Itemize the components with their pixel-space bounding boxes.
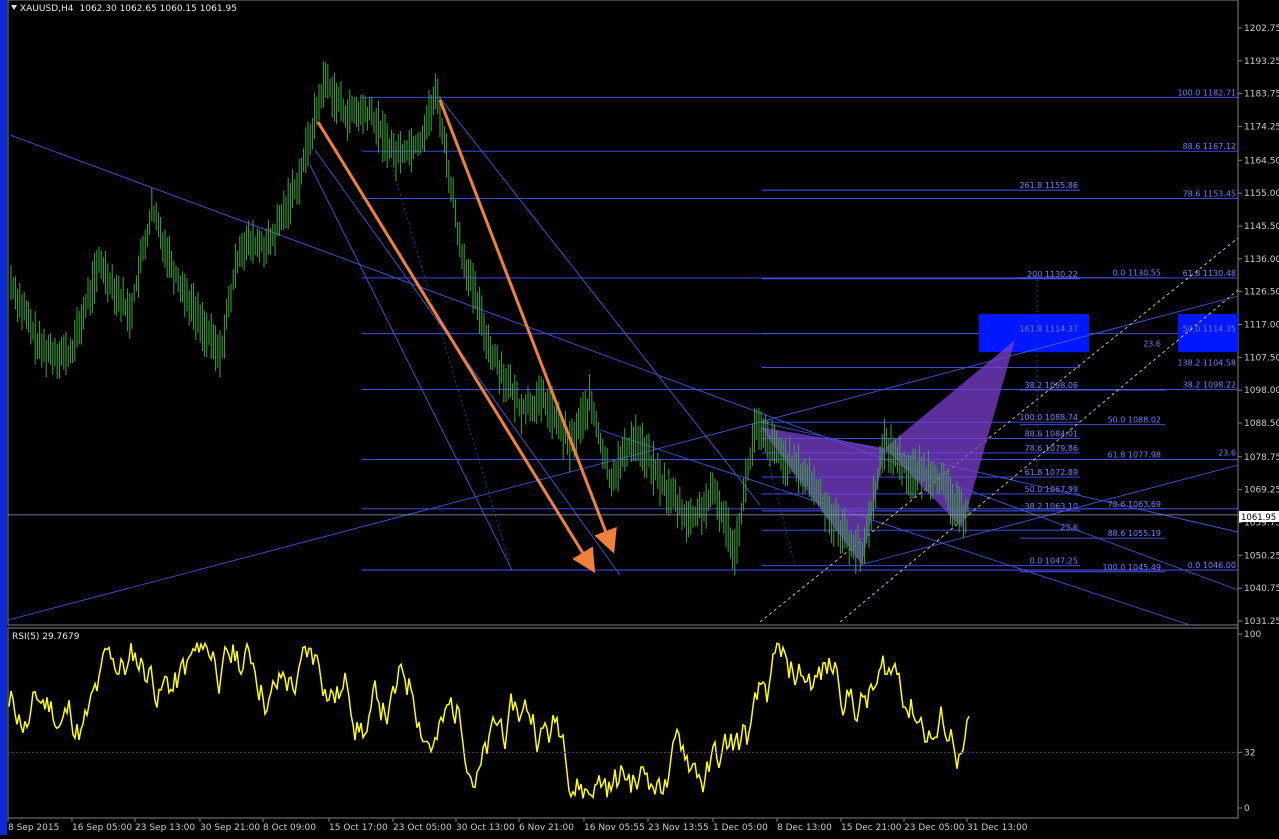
price-tick-label: 1098.00 [1244, 386, 1279, 396]
fib-label: 100.0 1045.49 [1102, 563, 1161, 572]
fib-label: 78.6 1079.86 [1025, 444, 1078, 453]
fib-label: 0.0 1130.55 [1113, 269, 1161, 278]
trend-line [9, 134, 1239, 591]
rsi-line [8, 641, 970, 800]
time-tick-label: 16 Nov 05:55 [584, 823, 645, 833]
price-tick-label: 1078.75 [1244, 453, 1279, 463]
price-tick-label: 1183.75 [1244, 90, 1279, 100]
price-tick-label: 1050.25 [1244, 551, 1279, 561]
rsi-tick-label: 32 [1244, 748, 1255, 758]
chart-svg[interactable]: 100.0 1182.71 88.6 1167.12 261.8 1155.86 78… [0, 0, 1279, 835]
price-tick-label: 1145.50 [1244, 222, 1279, 232]
fib-label: 88.6 1084.01 [1025, 430, 1078, 439]
price-tick-label: 1136.00 [1244, 255, 1279, 265]
fib-label: 61.8 1077.98 [1108, 450, 1161, 459]
axis-layer: 1202.75 1193.25 1183.75 1174.25 1164.50 1155.… [7, 24, 1279, 833]
rsi-tick-label: 0 [1244, 804, 1250, 814]
price-tick-label: 1193.25 [1244, 57, 1279, 67]
time-tick-label: 30 Sep 21:00 [200, 823, 260, 833]
time-tick-label: 16 Sep 05:00 [72, 823, 132, 833]
price-tick-label: 1069.25 [1244, 486, 1279, 496]
price-tick-label: 1126.50 [1244, 288, 1279, 298]
symbol-header: XAUUSD,H4 1062.30 1062.65 1060.15 1061.95 [20, 4, 237, 14]
time-tick-label: 6 Nov 21:00 [519, 823, 574, 833]
price-tick-label: 1031.25 [1244, 617, 1279, 627]
fib-label: 50.0 1088.02 [1108, 416, 1161, 425]
chart-window[interactable]: 100.0 1182.71 88.6 1167.12 261.8 1155.86 78… [0, 0, 1279, 835]
fib-label: 38.2 1098.22 [1183, 380, 1236, 389]
main-panel-frame [7, 0, 1239, 626]
fib-label: 0.0 1046.00 [1188, 561, 1236, 570]
price-tick-label: 1107.50 [1244, 353, 1279, 363]
price-tick-label: 1202.75 [1244, 24, 1279, 34]
fib-layer: 100.0 1182.71 88.6 1167.12 261.8 1155.86 78… [362, 88, 1238, 573]
price-tick-label: 1174.25 [1244, 123, 1279, 133]
trendline-layer [7, 97, 1239, 626]
rsi-layer [8, 641, 970, 800]
rsi-tick-label: 100 [1244, 630, 1261, 640]
price-tick-label: 1088.50 [1244, 419, 1279, 429]
price-tick-label: 1164.50 [1244, 156, 1279, 166]
dotted-blue-line [389, 159, 511, 566]
fib-label: 0.0 1047.25 [1030, 557, 1078, 566]
rsi-panel-frame [7, 627, 1239, 819]
fib-label: 261.8 1155.86 [1019, 181, 1078, 190]
time-tick-label: 15 Dec 21:00 [841, 823, 902, 833]
time-tick-label: 23 Oct 05:00 [393, 823, 452, 833]
fib-label: 23.6 [1218, 448, 1236, 457]
time-tick-label: 30 Oct 13:00 [456, 823, 515, 833]
time-tick-label: 8 Sep 2015 [8, 823, 59, 833]
fib-label: 100.0 1182.71 [1177, 88, 1236, 97]
time-tick-label: 8 Oct 09:00 [263, 823, 316, 833]
dotted-channel-line [759, 237, 1239, 623]
fib-label: 38.2 1098.06 [1025, 381, 1078, 390]
left-frame [0, 0, 7, 835]
price-tick-label: 1155.00 [1244, 189, 1279, 199]
time-tick-label: 23 Dec 05:00 [904, 823, 965, 833]
fib-label: 100.0 1088.74 [1019, 413, 1078, 422]
fib-label: 61.8 1072.89 [1025, 468, 1078, 477]
time-tick-label: 23 Sep 13:00 [135, 823, 195, 833]
fib-label: 200 1130.22 [1027, 270, 1078, 279]
price-tick-label: 1040.75 [1244, 584, 1279, 594]
time-tick-label: 1 Dec 05:00 [713, 823, 768, 833]
current-price-value: 1061.95 [1241, 513, 1276, 523]
fib-label: 138.2 1104.58 [1177, 358, 1236, 367]
arrow [438, 99, 617, 554]
time-tick-label: 31 Dec 13:00 [967, 823, 1028, 833]
rsi-label: RSI(5) 29.7679 [12, 632, 80, 642]
fib-label: 88.6 1055.19 [1108, 529, 1161, 538]
time-tick-label: 15 Oct 17:00 [329, 823, 388, 833]
fib-label: 88.6 1167.12 [1183, 142, 1236, 151]
fib-label: 78.6 1063.69 [1108, 500, 1161, 509]
fib-label: 78.6 1153.45 [1183, 189, 1236, 198]
time-tick-label: 8 Dec 13:00 [777, 823, 832, 833]
fib-label: 161.8 1114.37 [1019, 325, 1078, 334]
trend-line [439, 97, 761, 506]
price-tick-label: 1117.00 [1244, 321, 1279, 331]
time-tick-label: 23 Nov 13:55 [648, 823, 709, 833]
menu-triangle-icon[interactable] [11, 5, 17, 10]
fib-label: 23.6 [1143, 340, 1161, 349]
arrow [316, 121, 596, 574]
